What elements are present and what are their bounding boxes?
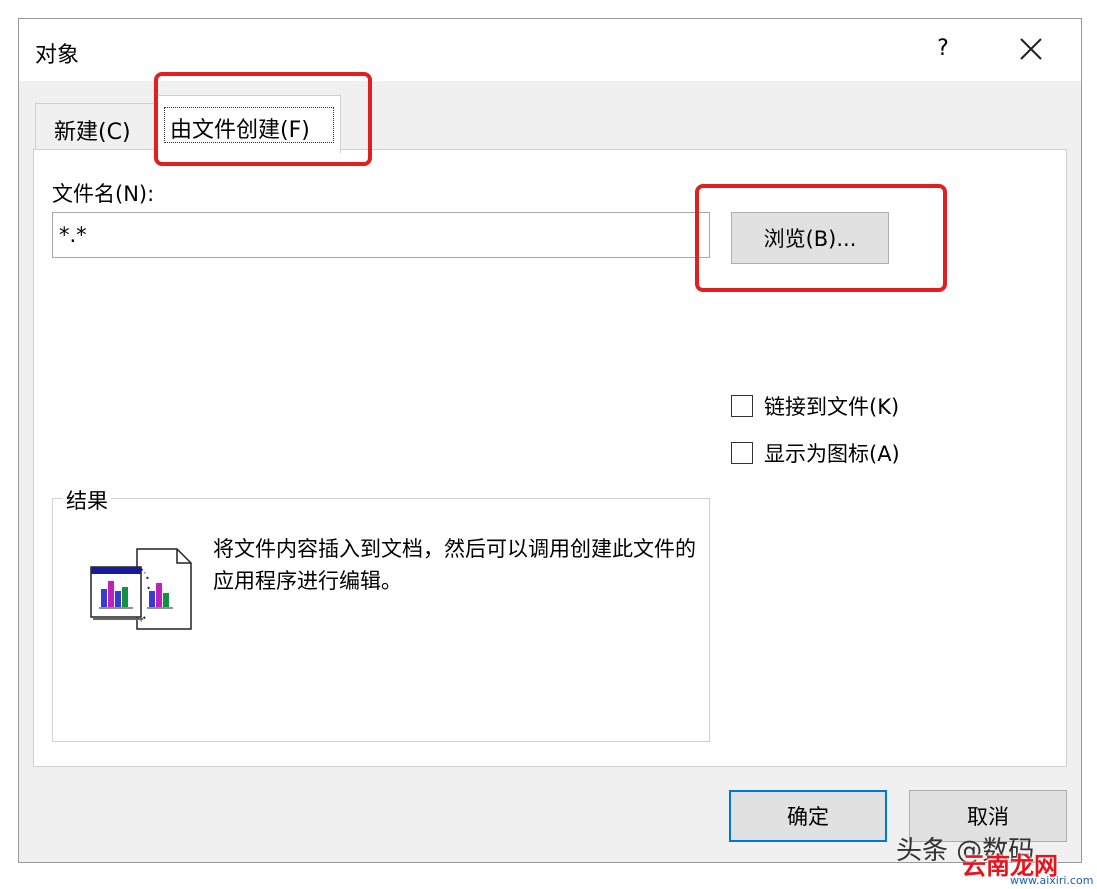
filename-input[interactable] [52, 212, 710, 258]
close-icon [1020, 38, 1042, 60]
display-as-icon-checkbox-box[interactable] [731, 442, 753, 464]
tab-create-new[interactable]: 新建(C) [35, 103, 155, 149]
link-to-file-checkbox-box[interactable] [731, 395, 753, 417]
dialog-body: 新建(C) 由文件创建(F) 文件名(N): 浏览(B)... 链接到文件(K)… [19, 81, 1081, 862]
browse-button[interactable]: 浏览(B)... [731, 212, 889, 264]
link-to-file-checkbox[interactable]: 链接到文件(K) [731, 392, 899, 420]
result-legend: 结果 [63, 485, 111, 515]
result-group: 结果 将文件内容插入到文档，然后可以调用创建此文件的应用程序进行编辑。 [52, 485, 710, 742]
file-insert-icon [90, 548, 192, 630]
site-url-watermark: www.aixiri.com [1010, 874, 1094, 887]
ok-button[interactable]: 确定 [729, 790, 887, 842]
tab-create-new-label: 新建(C) [54, 120, 131, 145]
display-as-icon-label: 显示为图标(A) [764, 442, 900, 466]
title-bar: 对象 ? [19, 19, 1081, 81]
close-button[interactable] [1015, 33, 1047, 65]
tab-panel: 文件名(N): 浏览(B)... 链接到文件(K) 显示为图标(A) 结果 [33, 149, 1067, 767]
help-button[interactable]: ? [931, 33, 955, 65]
focus-rectangle [164, 107, 334, 143]
result-description: 将文件内容插入到文档，然后可以调用创建此文件的应用程序进行编辑。 [213, 537, 696, 593]
link-to-file-label: 链接到文件(K) [764, 395, 900, 419]
display-as-icon-checkbox[interactable]: 显示为图标(A) [731, 439, 900, 467]
filename-label: 文件名(N): [52, 182, 155, 206]
dialog-title: 对象 [35, 43, 80, 68]
tab-create-from-file[interactable]: 由文件创建(F) [155, 95, 341, 153]
object-dialog: 对象 ? 新建(C) 由文件创建(F) 文件名(N): 浏览(B)... 链接到… [18, 18, 1082, 863]
